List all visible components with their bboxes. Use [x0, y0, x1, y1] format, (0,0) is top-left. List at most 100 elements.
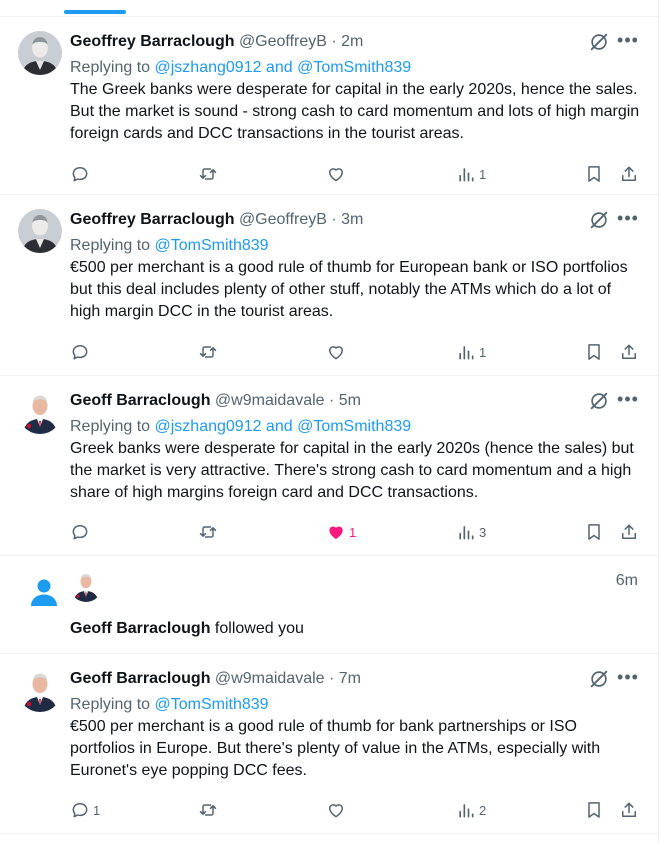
notification-reply[interactable]: Geoffrey Barraclough @GeoffreyB · 3m •••…	[0, 195, 658, 376]
author-name[interactable]: Geoffrey Barraclough	[70, 211, 234, 228]
reply-icon	[70, 800, 90, 820]
author-handle[interactable]: @GeoffreyB	[239, 33, 327, 50]
replying-to-link[interactable]: @TomSmith839	[155, 237, 269, 254]
replying-to-link[interactable]: @TomSmith839	[155, 696, 269, 713]
replying-prefix: Replying to	[70, 237, 155, 254]
separator: ·	[326, 33, 342, 50]
views-button[interactable]: 1	[456, 340, 486, 364]
replying-prefix: Replying to	[70, 696, 155, 713]
retweet-button[interactable]	[198, 340, 218, 364]
more-icon[interactable]: •••	[614, 209, 642, 231]
replying-to: Replying to @jszhang0912 and @TomSmith83…	[70, 416, 411, 438]
bookmark-icon	[584, 522, 604, 542]
author-handle[interactable]: @GeoffreyB	[239, 211, 327, 228]
timestamp[interactable]: 5m	[339, 392, 361, 409]
like-icon	[326, 342, 346, 362]
avatar-image	[18, 390, 62, 434]
share-button[interactable]	[619, 340, 639, 364]
bookmark-icon	[584, 164, 604, 184]
bookmark-button[interactable]	[584, 520, 604, 544]
avatar[interactable]	[18, 390, 62, 434]
views-button[interactable]: 2	[456, 798, 486, 822]
share-button[interactable]	[619, 162, 639, 186]
author-handle[interactable]: @w9maidavale	[215, 392, 325, 409]
notification-reply[interactable]: Geoffrey Barraclough @GeoffreyB · 2m •••…	[0, 17, 658, 195]
retweet-button[interactable]	[198, 520, 218, 544]
author-handle[interactable]: @w9maidavale	[215, 670, 325, 687]
author-name[interactable]: Geoff Barraclough	[70, 620, 210, 637]
avatar-image	[70, 570, 102, 602]
more-icon[interactable]: •••	[614, 668, 642, 690]
replying-to-link[interactable]: @jszhang0912 and @TomSmith839	[155, 418, 412, 435]
share-icon	[619, 800, 639, 820]
avatar[interactable]	[18, 209, 62, 253]
retweet-button[interactable]	[198, 798, 218, 822]
like-button[interactable]	[326, 340, 349, 364]
bookmark-button[interactable]	[584, 798, 604, 822]
reply-button[interactable]: 1	[70, 798, 100, 822]
separator: ·	[324, 392, 339, 409]
share-icon	[619, 522, 639, 542]
replying-to: Replying to @jszhang0912 and @TomSmith83…	[70, 57, 411, 79]
like-filled-icon	[326, 522, 346, 542]
tweet-text: The Greek banks were desperate for capit…	[70, 81, 640, 142]
retweet-button[interactable]	[198, 162, 218, 186]
reply-button[interactable]	[70, 340, 93, 364]
grok-icon[interactable]	[588, 390, 610, 412]
tweet-actions: 1 2	[0, 798, 658, 822]
reply-button[interactable]	[70, 162, 93, 186]
replying-to: Replying to @TomSmith839	[70, 235, 269, 257]
replying-to: Replying to @TomSmith839	[70, 694, 269, 716]
timestamp[interactable]: 2m	[341, 33, 363, 50]
views-icon	[456, 164, 476, 184]
avatar[interactable]	[18, 668, 62, 712]
avatar[interactable]	[18, 31, 62, 75]
bookmark-icon	[584, 342, 604, 362]
views-button[interactable]: 3	[456, 520, 486, 544]
avatar[interactable]	[70, 570, 102, 602]
retweet-icon	[198, 800, 218, 820]
reply-button[interactable]	[70, 520, 93, 544]
timestamp[interactable]: 7m	[339, 670, 361, 687]
replying-to-link[interactable]: @jszhang0912 and @TomSmith839	[155, 59, 412, 76]
avatar-image	[18, 209, 62, 253]
views-icon	[456, 342, 476, 362]
reply-icon	[70, 164, 90, 184]
notification-follow[interactable]: 6m Geoff Barraclough followed you	[0, 556, 658, 654]
like-button[interactable]	[326, 162, 349, 186]
grok-icon[interactable]	[588, 209, 610, 231]
timestamp[interactable]: 3m	[341, 211, 363, 228]
tweet-actions: 1 3	[0, 520, 658, 544]
tweet-header: Geoffrey Barraclough @GeoffreyB · 3m	[70, 209, 363, 231]
share-button[interactable]	[619, 798, 639, 822]
more-icon[interactable]: •••	[614, 390, 642, 412]
views-button[interactable]: 1	[456, 162, 486, 186]
author-name[interactable]: Geoffrey Barraclough	[70, 33, 234, 50]
retweet-icon	[198, 164, 218, 184]
author-name[interactable]: Geoff Barraclough	[70, 392, 210, 409]
like-button[interactable]: 1	[326, 520, 356, 544]
retweet-icon	[198, 342, 218, 362]
tweet-header: Geoff Barraclough @w9maidavale · 7m	[70, 668, 361, 690]
notification-reply[interactable]: Geoff Barraclough @w9maidavale · 5m ••• …	[0, 376, 658, 556]
bookmark-button[interactable]	[584, 162, 604, 186]
tweet-actions: 1	[0, 340, 658, 364]
author-name[interactable]: Geoff Barraclough	[70, 670, 210, 687]
reply-icon	[70, 522, 90, 542]
column-border	[658, 0, 659, 842]
more-icon[interactable]: •••	[614, 31, 642, 53]
tweet-actions: 1	[0, 162, 658, 186]
share-button[interactable]	[619, 520, 639, 544]
bookmark-button[interactable]	[584, 340, 604, 364]
tweet-text: €500 per merchant is a good rule of thum…	[70, 259, 628, 320]
grok-icon[interactable]	[588, 668, 610, 690]
grok-icon[interactable]	[588, 31, 610, 53]
tweet-text: €500 per merchant is a good rule of thum…	[70, 718, 601, 779]
views-count: 2	[479, 802, 487, 818]
share-icon	[619, 342, 639, 362]
like-button[interactable]	[326, 798, 349, 822]
views-count: 1	[479, 344, 487, 360]
avatar-image	[18, 31, 62, 75]
follow-text: Geoff Barraclough followed you	[70, 618, 304, 640]
notification-reply[interactable]: Geoff Barraclough @w9maidavale · 7m ••• …	[0, 654, 658, 834]
